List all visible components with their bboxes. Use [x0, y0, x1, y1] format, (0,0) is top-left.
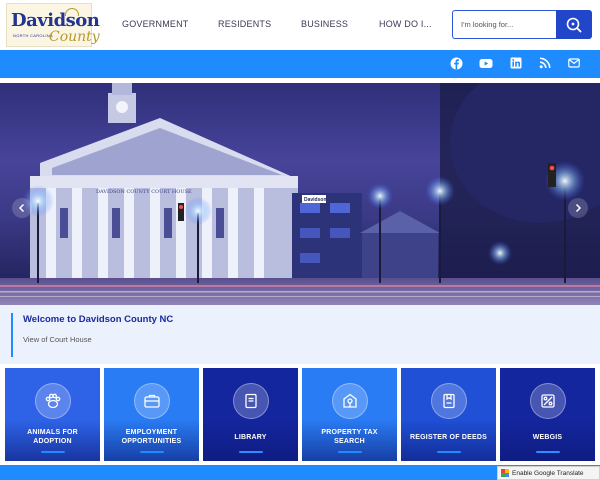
nav-business[interactable]: BUSINESS: [301, 19, 348, 29]
search-input[interactable]: [461, 11, 557, 37]
hero-slideshow: DAVIDSON COUNTY COURT HOUSE Davidson: [0, 83, 600, 305]
tile-register-of-deeds[interactable]: REGISTER OF DEEDS: [401, 368, 496, 461]
linkedin-icon[interactable]: [509, 56, 523, 70]
house-icon: [331, 383, 368, 419]
logo-script-text: County: [49, 29, 100, 45]
tile-label: ANIMALS FOR ADOPTION: [27, 429, 78, 445]
rss-icon[interactable]: [538, 56, 552, 70]
facebook-icon[interactable]: [449, 56, 463, 70]
tile-label: EMPLOYMENT OPPORTUNITIES: [121, 429, 182, 445]
chevron-left-icon: [18, 203, 25, 213]
tile-underline: [238, 451, 263, 453]
search-button[interactable]: [556, 10, 592, 39]
nav-residents[interactable]: RESIDENTS: [218, 19, 271, 29]
nav-how-do-i[interactable]: HOW DO I...: [379, 19, 432, 29]
caption-subtitle: View of Court House: [23, 335, 92, 344]
davidson-county-logo[interactable]: Davidson NORTH CAROLINA County: [6, 3, 100, 47]
tile-underline: [40, 451, 65, 453]
book-icon: [232, 383, 269, 419]
next-slide-button[interactable]: [568, 198, 588, 218]
tile-label: PROPERTY TAX SEARCH: [321, 429, 378, 445]
briefcase-icon: [133, 383, 170, 419]
search-icon: [566, 17, 582, 32]
tile-employment-opportunities[interactable]: EMPLOYMENT OPPORTUNITIES: [104, 368, 199, 461]
prev-slide-button[interactable]: [12, 198, 32, 218]
caption-accent-bar: [11, 313, 13, 357]
slide-caption: Welcome to Davidson County NC View of Co…: [0, 305, 600, 364]
courthouse-sign: DAVIDSON COUNTY COURT HOUSE: [96, 189, 192, 195]
logo-main-text: Davidson: [11, 10, 100, 31]
email-icon[interactable]: [567, 56, 581, 70]
tile-library[interactable]: LIBRARY: [203, 368, 298, 461]
translate-label: Enable Google Translate: [512, 469, 584, 477]
document-icon: [430, 383, 467, 419]
tile-webgis[interactable]: WEBGIS: [500, 368, 595, 461]
social-bar: [0, 50, 600, 78]
youtube-icon[interactable]: [479, 56, 493, 70]
tile-underline: [535, 451, 560, 453]
paw-icon: [34, 383, 71, 419]
logo-state-text: NORTH CAROLINA: [13, 33, 53, 38]
chevron-right-icon: [575, 203, 582, 213]
tile-underline: [436, 451, 461, 453]
caption-title: Welcome to Davidson County NC: [23, 314, 174, 325]
site-header: Davidson NORTH CAROLINA County GOVERNMEN…: [0, 0, 600, 50]
tile-label: WEBGIS: [532, 433, 563, 441]
tile-underline: [139, 451, 164, 453]
google-translate-icon: [501, 469, 509, 477]
google-translate-button[interactable]: Enable Google Translate: [497, 466, 600, 480]
tile-animals-for-adoption[interactable]: ANIMALS FOR ADOPTION: [5, 368, 100, 461]
tile-property-tax-search[interactable]: PROPERTY TAX SEARCH: [302, 368, 397, 461]
tile-underline: [337, 451, 362, 453]
nav-government[interactable]: GOVERNMENT: [122, 19, 189, 29]
tile-label: REGISTER OF DEEDS: [410, 433, 487, 441]
side-building-sign: Davidson: [304, 197, 327, 203]
courthouse-photo: DAVIDSON COUNTY COURT HOUSE Davidson: [0, 83, 600, 305]
tile-label: LIBRARY: [234, 433, 267, 441]
map-icon: [529, 383, 566, 419]
search-box: [452, 10, 557, 39]
